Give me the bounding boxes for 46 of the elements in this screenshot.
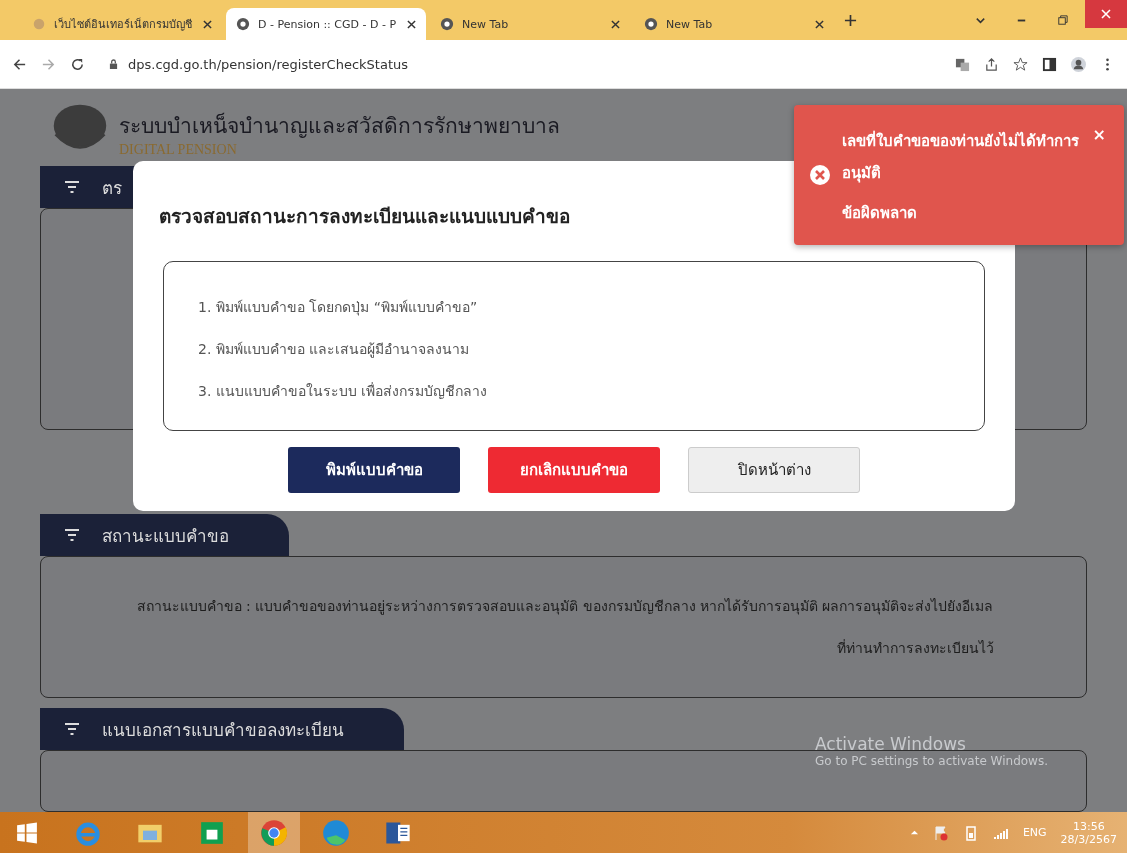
instruction-step: 3. แนบแบบคำขอในระบบ เพื่อส่งกรมบัญชีกลาง: [198, 380, 950, 402]
globe-icon: [236, 17, 250, 31]
browser-tab[interactable]: D - Pension :: CGD - D - P: [226, 8, 426, 40]
share-icon[interactable]: [984, 56, 999, 72]
activation-notice-text: Go to PC settings to activate Windows.: [815, 754, 1048, 768]
close-icon[interactable]: [611, 19, 620, 29]
instruction-step: 2. พิมพ์แบบคำขอ และเสนอผู้มีอำนาจลงนาม: [198, 338, 950, 360]
close-icon[interactable]: [203, 19, 212, 29]
reload-icon[interactable]: [70, 56, 85, 72]
translate-icon[interactable]: [955, 56, 970, 72]
browser-tab[interactable]: New Tab: [634, 8, 834, 40]
filter-icon: [64, 180, 80, 194]
shopping-bag-icon: [199, 819, 225, 846]
instruction-step: 1. พิมพ์แบบคำขอ โดยกดปุ่ม “พิมพ์แบบคำขอ”: [198, 296, 950, 318]
chrome-icon: [260, 818, 288, 847]
close-icon[interactable]: [815, 19, 824, 29]
browser-tab[interactable]: New Tab: [430, 8, 630, 40]
error-icon: [810, 165, 830, 185]
site-title: ระบบบำเหน็จบำนาญและสวัสดิการรักษาพยาบาล: [119, 111, 560, 140]
modal-button[interactable]: พิมพ์แบบคำขอ: [288, 447, 460, 493]
site-subtitle: DIGITAL PENSION: [119, 142, 238, 158]
side-panel-icon[interactable]: [1042, 56, 1057, 72]
toast-title: ข้อผิดพลาด: [842, 203, 918, 224]
toast-message: เลขที่ใบคำขอของท่านยังไม่ได้ทำการอนุมัติ: [842, 129, 1080, 185]
toast-close-button[interactable]: ×: [1092, 125, 1106, 144]
flag-icon[interactable]: [932, 824, 949, 841]
emblem-icon: [32, 17, 46, 31]
new-tab-icon[interactable]: [844, 13, 857, 27]
modal-button[interactable]: ยกเลิกแบบคำขอ: [488, 447, 660, 493]
section-header: สถานะแบบคำขอ: [40, 514, 289, 556]
modal-button[interactable]: ปิดหน้าต่าง: [688, 447, 860, 493]
profile-icon[interactable]: [1071, 56, 1086, 72]
section-header: แนบเอกสารแบบคำขอลงทะเบียน: [40, 708, 404, 750]
browser-tab[interactable]: เว็บไซต์อินเทอร์เน็ตกรมบัญชี: [22, 8, 222, 40]
activation-notice-title: Activate Windows: [815, 734, 967, 754]
status-text: สถานะแบบคำขอ : แบบคำขอของท่านอยู่ระหว่างการตรวจสอบและอนุมัติ ของกรมบัญชีกลาง หากได้รับการอนุมัติ ผลการอนุมัติจะส่งไปยังอีเมล ที่ท่านทำการลงทะเบียนไว้: [135, 597, 994, 658]
globe-icon: [440, 17, 454, 31]
filter-icon: [64, 722, 80, 736]
restore-icon[interactable]: [1056, 13, 1069, 27]
star-icon[interactable]: [1013, 56, 1028, 72]
globe-icon: [644, 17, 658, 31]
windows-start-icon[interactable]: [16, 821, 38, 844]
close-icon[interactable]: [407, 19, 416, 29]
lock-icon: [109, 58, 118, 70]
filter-icon: [64, 528, 80, 542]
edge-icon: [322, 818, 350, 847]
